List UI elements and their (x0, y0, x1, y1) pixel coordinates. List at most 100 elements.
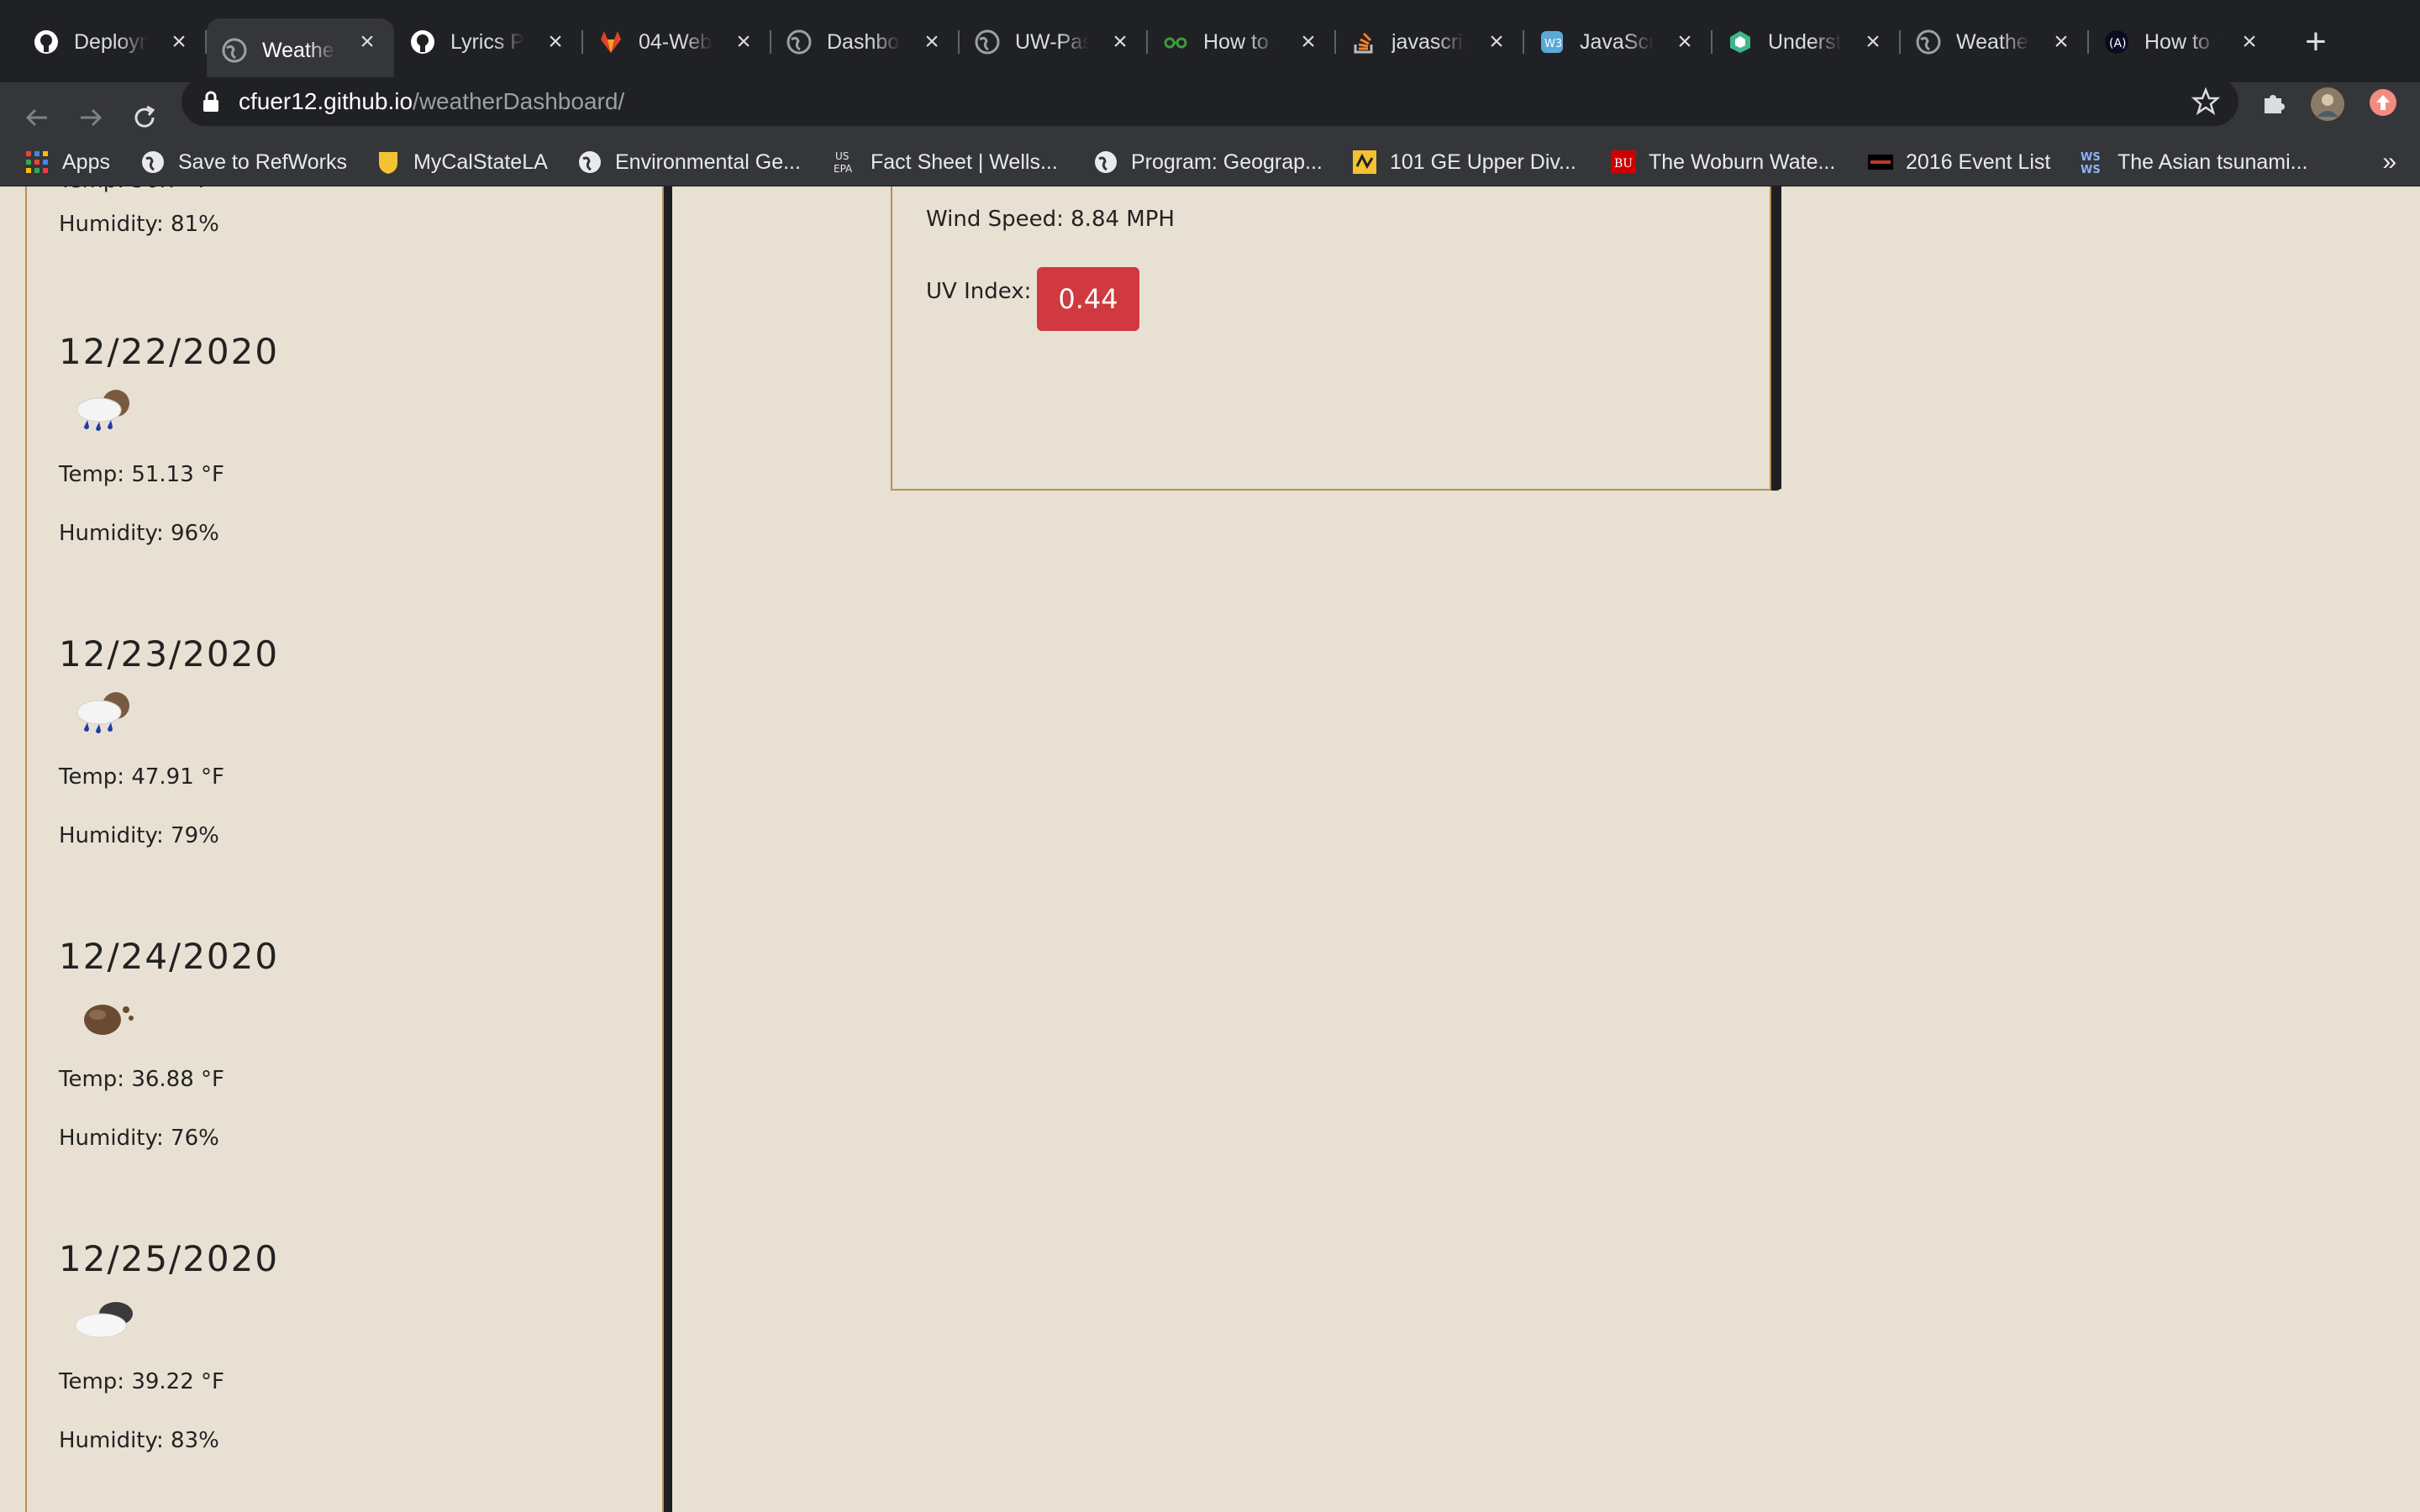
tab-strip: Deployments × Weather Dashboard × Lyrics… (0, 0, 2420, 82)
rain-cloud-icon (67, 687, 143, 743)
bookmark-asian-tsunami[interactable]: WS WS The Asian tsunami... (2079, 144, 2308, 180)
close-icon[interactable]: × (729, 27, 759, 57)
forecast-humidity: Humidity: 76% (59, 1126, 219, 1151)
close-icon[interactable]: × (540, 27, 571, 57)
bookmark-101-ge[interactable]: 101 GE Upper Div... (1351, 144, 1576, 180)
bookmark-label: The Woburn Wate... (1649, 150, 1836, 174)
close-icon[interactable]: × (2234, 27, 2265, 57)
github-icon (410, 29, 435, 55)
calstate-icon (1351, 149, 1378, 176)
forecast-date: 12/25/2020 (59, 1238, 280, 1279)
bookmark-2016-event-list[interactable]: 2016 Event List (1867, 144, 2050, 180)
hex-icon (1728, 29, 1753, 55)
tab-how-to-code[interactable]: How to Code × (1148, 18, 1336, 66)
page-viewport: Temp: 56.7 °F Humidity: 81% 12/22/2020 T… (0, 186, 2420, 1512)
url-host: cfuer12.github.io (239, 88, 413, 114)
tab-web-apis[interactable]: 04-Web APIs × (583, 18, 771, 66)
svg-text:WS: WS (2081, 164, 2101, 176)
close-icon[interactable]: × (1481, 27, 1512, 57)
tab-javascript-w3[interactable]: W3 JavaScript × (1524, 18, 1712, 66)
svg-text:WS: WS (2081, 151, 2101, 164)
bookmark-environmental[interactable]: Environmental Ge... (576, 144, 801, 180)
profile-avatar[interactable] (2309, 86, 2346, 123)
cloudy-icon (67, 1292, 143, 1347)
tab-title: UW-Pasadena (1015, 29, 1089, 54)
forecast-humidity: Humidity: 96% (59, 521, 219, 546)
forecast-temp: Temp: 47.91 °F (59, 764, 224, 790)
tab-lyrics-project[interactable]: Lyrics Project × (395, 18, 583, 66)
extensions-puzzle-icon[interactable] (2257, 86, 2291, 119)
forecast-humidity: Humidity: 83% (59, 1428, 219, 1453)
close-icon[interactable]: × (352, 27, 382, 57)
globe-icon (139, 149, 166, 176)
back-arrow-icon (25, 108, 47, 127)
forecast-temp: Temp: 51.13 °F (59, 462, 224, 487)
bookmark-refworks[interactable]: Save to RefWorks (139, 144, 347, 180)
tab-dashboard[interactable]: Dashboard × (771, 18, 960, 66)
close-icon[interactable]: × (1293, 27, 1323, 57)
forecast-temp: Temp: 39.22 °F (59, 1369, 224, 1394)
forecast-humidity: Humidity: 81% (59, 212, 219, 237)
forecast-day: 12/23/2020 Temp: 47.91 °F Humidity: 79% (59, 633, 563, 848)
close-icon[interactable]: × (2046, 27, 2076, 57)
globe-icon (975, 29, 1000, 55)
bookmark-label: MyCalStateLA (413, 150, 548, 174)
tab-uw-pasadena[interactable]: UW-Pasadena × (960, 18, 1148, 66)
event-icon (1867, 149, 1894, 176)
tab-title: Weather (1956, 29, 2030, 54)
forward-button[interactable] (71, 97, 111, 138)
back-button[interactable] (17, 97, 57, 138)
bookmark-label: Fact Sheet | Wells... (871, 150, 1058, 174)
forecast-day: 12/24/2020 Temp: 36.88 °F Humidity: 76% (59, 936, 563, 1151)
tab-javascript-so[interactable]: javascript × (1336, 18, 1524, 66)
bookmark-apps[interactable]: Apps (24, 144, 110, 180)
close-icon[interactable]: × (164, 27, 194, 57)
bookmark-label: 101 GE Upper Div... (1390, 150, 1576, 174)
svg-text:(A): (A) (2109, 37, 2127, 50)
globe-icon (222, 38, 247, 63)
bookmark-star-icon[interactable] (2191, 87, 2221, 120)
current-card-shadow (1771, 186, 1781, 489)
tab-deployments[interactable]: Deployments × (18, 18, 207, 66)
reload-button[interactable] (124, 97, 165, 138)
url-path: /weatherDashboard/ (413, 88, 625, 114)
bookmark-woburn[interactable]: BU The Woburn Wate... (1610, 144, 1835, 180)
tab-weather-dashboard[interactable]: Weather Dashboard × (207, 18, 394, 82)
url-text: cfuer12.github.io/weatherDashboard/ (239, 88, 624, 115)
globe-icon (576, 149, 603, 176)
shield-gold-icon (375, 149, 402, 176)
bookmark-mycalstatela[interactable]: MyCalStateLA (375, 144, 548, 180)
forecast-date: 12/23/2020 (59, 633, 280, 675)
current-weather-card: Wind Speed: 8.84 MPH UV Index: 0.44 (891, 186, 1771, 491)
ws-icon: WS WS (2079, 149, 2106, 176)
svg-text:US: US (835, 150, 849, 162)
tab-title: How to Code (1203, 29, 1277, 54)
new-tab-button[interactable]: + (2296, 21, 2336, 62)
stackoverflow-icon (1351, 29, 1376, 55)
globe-icon (1092, 149, 1119, 176)
close-icon[interactable]: × (917, 27, 947, 57)
bookmarks-bar: Apps Save to RefWorks MyCalStateLA Envir… (0, 138, 2420, 186)
forward-arrow-icon (81, 108, 103, 127)
bookmark-label: Program: Geograp... (1131, 150, 1323, 174)
forecast-date: 12/24/2020 (59, 936, 280, 977)
bookmark-label: Apps (62, 150, 110, 174)
tab-how-to-use[interactable]: (A) How to Use × (2089, 18, 2276, 66)
bookmarks-overflow-chevron[interactable]: » (2382, 148, 2396, 176)
bookmark-program-geography[interactable]: Program: Geograp... (1092, 144, 1323, 180)
tab-title: JavaScript (1580, 29, 1654, 54)
close-icon[interactable]: × (1105, 27, 1135, 57)
update-icon[interactable] (2366, 86, 2400, 119)
address-bar[interactable]: cfuer12.github.io/weatherDashboard/ (182, 77, 2238, 126)
tab-weather[interactable]: Weather × (1901, 18, 2089, 66)
github-icon (34, 29, 59, 55)
w3-icon: W3 (1539, 29, 1565, 55)
tab-understanding[interactable]: Understanding × (1712, 18, 1901, 66)
forecast-temp: Temp: 56.7 °F (59, 186, 210, 193)
close-icon[interactable]: × (1858, 27, 1888, 57)
close-icon[interactable]: × (1670, 27, 1700, 57)
epa-icon: US EPA (832, 149, 859, 176)
bookmark-fact-sheet[interactable]: US EPA Fact Sheet | Wells... (832, 144, 1058, 180)
uv-index-label: UV Index: (926, 279, 1032, 304)
tab-title: Weather Dashboard (262, 38, 336, 62)
